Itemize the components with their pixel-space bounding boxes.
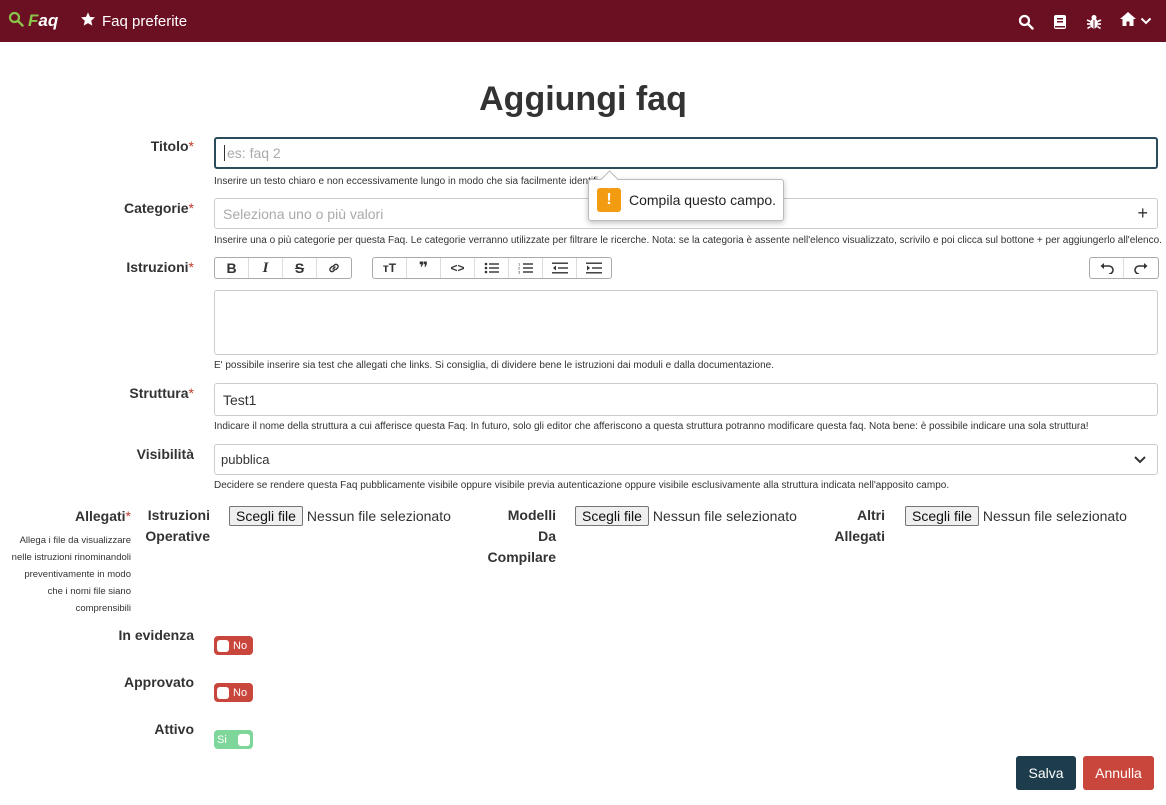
titolo-input[interactable]: es: faq 2 — [214, 137, 1158, 169]
block-toolbar: тT ❞ <> 123 — [372, 257, 612, 279]
numbered-list-icon: 123 — [518, 262, 533, 275]
struttura-label: Struttura* — [129, 385, 194, 401]
altri-allegati-file: Scegli file Nessun file selezionato — [905, 506, 1127, 526]
bold-button[interactable]: B — [215, 258, 249, 278]
bullet-list-button[interactable] — [475, 258, 509, 278]
toggle-state: No — [233, 639, 248, 652]
save-button[interactable]: Salva — [1016, 756, 1076, 790]
attivo-toggle[interactable]: Si — [214, 730, 253, 749]
istruzioni-operative-file: Scegli file Nessun file selezionato — [229, 506, 451, 526]
toggle-knob — [238, 733, 250, 746]
redo-button[interactable] — [1124, 258, 1158, 278]
warning-icon: ! — [597, 188, 621, 212]
categorie-label: Categorie* — [123, 200, 194, 216]
star-icon — [80, 11, 96, 31]
allegati-help: Allega i file da visualizzare nelle istr… — [11, 535, 131, 614]
chevron-down-icon — [1133, 453, 1147, 469]
page-title: Aggiungi faq — [479, 80, 687, 118]
brand-name: Faq — [28, 11, 59, 30]
undo-button[interactable] — [1090, 258, 1124, 278]
text-caret — [224, 145, 225, 161]
home-icon — [1119, 11, 1137, 32]
toggle-knob — [217, 686, 229, 699]
allegati-label: Allegati* — [74, 508, 131, 524]
toggle-state: No — [233, 686, 248, 699]
in-evidenza-label: In evidenza — [118, 627, 194, 643]
istruzioni-operative-label: Istruzioni Operative — [145, 507, 210, 544]
struttura-value: Test1 — [223, 391, 257, 408]
visibilita-label: Visibilità — [136, 446, 194, 462]
history-toolbar — [1089, 257, 1159, 279]
outdent-icon — [551, 262, 568, 274]
code-button[interactable]: <> — [441, 258, 475, 278]
toggle-state: Si — [217, 733, 227, 746]
titolo-placeholder: es: faq 2 — [227, 145, 281, 161]
altri-allegati-label: Altri Allegati — [834, 507, 885, 544]
attivo-label: Attivo — [154, 721, 194, 737]
home-menu[interactable] — [1119, 11, 1152, 32]
modelli-da-compilare-label: Modelli Da Compilare — [487, 507, 556, 565]
titolo-help: Inserire un testo chiaro e non eccessiva… — [214, 176, 599, 187]
no-file-text: Nessun file selezionato — [652, 508, 797, 524]
indent-icon — [586, 262, 602, 274]
top-navbar: Faq Faq preferite — [0, 0, 1166, 42]
in-evidenza-toggle[interactable]: No — [214, 636, 253, 655]
struttura-help: Indicare il nome della struttura a cui a… — [214, 421, 1089, 432]
visibilita-help: Decidere se rendere questa Faq pubblicam… — [214, 480, 950, 491]
favorites-label: Faq preferite — [102, 12, 188, 30]
toggle-knob — [217, 639, 229, 652]
search-icon[interactable] — [1017, 13, 1035, 31]
brand-link[interactable]: Faq — [8, 10, 58, 32]
italic-button[interactable]: I — [249, 258, 283, 278]
add-category-button[interactable]: + — [1137, 203, 1148, 224]
choose-file-button[interactable]: Scegli file — [575, 506, 649, 526]
format-toolbar: B I S — [214, 257, 352, 279]
struttura-input[interactable]: Test1 — [214, 383, 1158, 416]
heading-button[interactable]: тT — [373, 258, 407, 278]
categorie-help: Inserire una o più categorie per questa … — [214, 235, 1162, 246]
cancel-button[interactable]: Annulla — [1083, 756, 1154, 790]
visibilita-value: pubblica — [221, 452, 270, 467]
outdent-button[interactable] — [543, 258, 577, 278]
book-icon[interactable] — [1051, 13, 1069, 31]
strikethrough-button[interactable]: S — [283, 258, 317, 278]
istruzioni-label: Istruzioni* — [126, 259, 194, 275]
bullet-list-icon — [484, 262, 499, 274]
numbered-list-button[interactable]: 123 — [509, 258, 543, 278]
favorites-link[interactable]: Faq preferite — [80, 11, 187, 31]
undo-icon — [1100, 263, 1114, 274]
indent-button[interactable] — [577, 258, 611, 278]
search-icon — [8, 11, 24, 32]
istruzioni-help: E' possibile inserire sia test che alleg… — [214, 360, 774, 371]
tooltip-text: Compila questo campo. — [629, 192, 777, 208]
quote-button[interactable]: ❞ — [407, 258, 441, 278]
bug-icon[interactable] — [1085, 13, 1103, 31]
approvato-toggle[interactable]: No — [214, 683, 253, 702]
no-file-text: Nessun file selezionato — [306, 508, 451, 524]
svg-text:3: 3 — [518, 270, 521, 275]
chevron-down-icon — [1140, 13, 1152, 31]
visibilita-select[interactable]: pubblica — [214, 444, 1158, 475]
redo-icon — [1134, 263, 1148, 274]
validation-tooltip: ! Compila questo campo. — [588, 179, 784, 221]
categorie-placeholder: Seleziona uno o più valori — [223, 205, 384, 222]
link-button[interactable] — [317, 258, 351, 278]
istruzioni-editor[interactable] — [214, 290, 1158, 355]
choose-file-button[interactable]: Scegli file — [905, 506, 979, 526]
approvato-label: Approvato — [124, 674, 194, 690]
choose-file-button[interactable]: Scegli file — [229, 506, 303, 526]
no-file-text: Nessun file selezionato — [982, 508, 1127, 524]
link-icon — [329, 263, 339, 273]
titolo-label: Titolo* — [150, 138, 194, 154]
modelli-da-compilare-file: Scegli file Nessun file selezionato — [575, 506, 797, 526]
